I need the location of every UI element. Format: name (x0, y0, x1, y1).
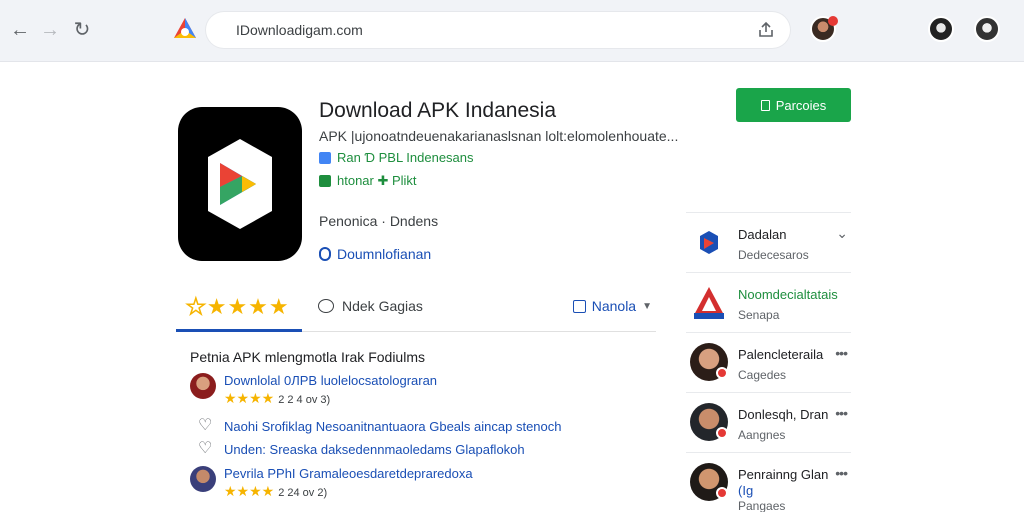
avatar (190, 373, 216, 399)
install-button[interactable]: Parcoies (736, 88, 851, 122)
share-icon[interactable] (756, 20, 776, 40)
sidebar-item-name: Donlesqh, Dran (738, 407, 829, 422)
account-avatar[interactable] (928, 16, 954, 42)
tab-more-label: Nanola (591, 298, 637, 314)
sidebar-item-name: Palencleteraila (738, 347, 824, 362)
sidebar-item-sub: Dedecesaros (738, 248, 809, 262)
app-tag-2: htonar ✚ Plikt (319, 173, 417, 189)
sidebar-item-name: Noomdecialtatais (738, 287, 838, 302)
download-link[interactable]: Doumnlofianan (319, 246, 431, 262)
review-item[interactable]: Pevrila PPhI Gramaleoesdaretdepraredoxa … (190, 466, 473, 500)
app-description: APK |ujonoatndeuenakarianaslsnan lolt:el… (319, 128, 679, 144)
tag-1-text: Ran Ɗ PBL Indenesans (337, 150, 474, 165)
app-logo-icon (174, 18, 196, 38)
tag-2-text: htonar ✚ Plikt (337, 173, 417, 188)
download-icon (319, 247, 331, 261)
browser-toolbar: ← → ↻ IDownloadigam.com (0, 0, 1024, 62)
install-label: Parcoies (775, 97, 827, 113)
tag-icon (319, 151, 331, 164)
reload-icon[interactable]: ↻ (70, 18, 94, 42)
review-text: Downlolal 0ЛPB luolelocsatolograran (224, 373, 438, 388)
tab-reviews-label: Ndek Gagias (342, 298, 423, 314)
sidebar-item[interactable]: Penrainng Glan (Ig Pangaes ••• (686, 452, 851, 512)
sidebar-item[interactable]: Noomdecialtatais Senapa (686, 272, 851, 330)
heart-icon[interactable]: ♡ (198, 418, 214, 434)
url-text: IDownloadigam.com (236, 22, 363, 38)
app-icon (178, 107, 302, 261)
forward-arrow-icon[interactable]: → (38, 18, 62, 42)
app-thumb-icon (694, 287, 724, 319)
sidebar-item-name: Penrainng Glan (738, 467, 829, 482)
tab-bar: ★★★★★ Ndek Gagias Nanola ▼ (176, 290, 656, 332)
download-link-text: Doumnlofianan (337, 246, 432, 262)
sidebar-item-sub: Pangaes (738, 499, 786, 512)
comment-icon (318, 299, 334, 313)
extension-avatar[interactable] (974, 16, 1000, 42)
sidebar-item-name: Dadalan (738, 227, 787, 242)
sidebar-item-sub: Cagedes (738, 368, 787, 382)
reviews-heading: Petnia APK mlengmotla Irak Fodiulms (190, 349, 425, 365)
avatar (190, 466, 216, 492)
review-line[interactable]: ♡ Naohi Srofiklag Nesoanitnantuaora Gbea… (198, 418, 562, 434)
review-stars: ★★★★ 2 24 ov 2) (224, 483, 328, 499)
sidebar-item-sub: Aangnes (738, 428, 786, 442)
tab-active-indicator (176, 329, 302, 332)
heart-icon[interactable]: ♡ (198, 441, 214, 457)
tag-icon (319, 175, 331, 187)
address-bar[interactable]: IDownloadigam.com (206, 12, 790, 48)
sidebar-item-name-2: (Ig (738, 483, 754, 498)
share-square-icon (572, 299, 586, 313)
app-tag-1: Ran Ɗ PBL Indenesans (319, 150, 474, 165)
file-icon (760, 99, 770, 111)
review-stars: ★★★★ 2 2 4 ov 3) (224, 390, 331, 406)
status-badge (716, 427, 728, 439)
status-badge (716, 367, 728, 379)
chevron-down-icon: ▼ (642, 300, 652, 312)
profile-avatar[interactable] (810, 16, 838, 42)
sidebar-item[interactable]: Donlesqh, Dran Aangnes ••• (686, 392, 851, 450)
notification-dot (828, 16, 838, 26)
review-text: Pevrila PPhI Gramaleoesdaretdepraredoxa (224, 466, 473, 481)
review-item[interactable]: Downlolal 0ЛPB luolelocsatolograran ★★★★… (190, 373, 437, 407)
more-options-icon[interactable]: ••• (835, 405, 848, 421)
more-options-icon[interactable]: ••• (835, 345, 848, 361)
more-options-icon[interactable]: ••• (835, 465, 848, 481)
status-badge (716, 487, 728, 499)
review-line-text: Unden: Sreaska daksedennmaoledams Glapaf… (224, 441, 525, 457)
sidebar-item-sub: Senapa (738, 308, 780, 322)
review-line-text: Naohi Srofiklag Nesoanitnantuaora Gbeals… (224, 418, 562, 434)
tab-reviews[interactable]: Ndek Gagias (318, 298, 423, 314)
review-line[interactable]: ♡ Unden: Sreaska daksedennmaoledams Glap… (198, 441, 525, 457)
sidebar-item[interactable]: Dadalan Dedecesaros ⌄ (686, 212, 851, 270)
chevron-down-icon[interactable]: ⌄ (836, 225, 848, 242)
app-title: Download APK Indanesia (319, 99, 556, 122)
back-arrow-icon[interactable]: ← (8, 18, 32, 42)
app-thumb-icon (690, 223, 728, 261)
app-meta: Penonica · Dndens (319, 213, 439, 229)
play-logo-icon (208, 139, 272, 229)
tab-ratings[interactable]: ★★★★★ (185, 293, 290, 320)
sidebar-item[interactable]: Palencleteraila Cagedes ••• (686, 332, 851, 390)
tab-more[interactable]: Nanola ▼ (572, 298, 652, 314)
